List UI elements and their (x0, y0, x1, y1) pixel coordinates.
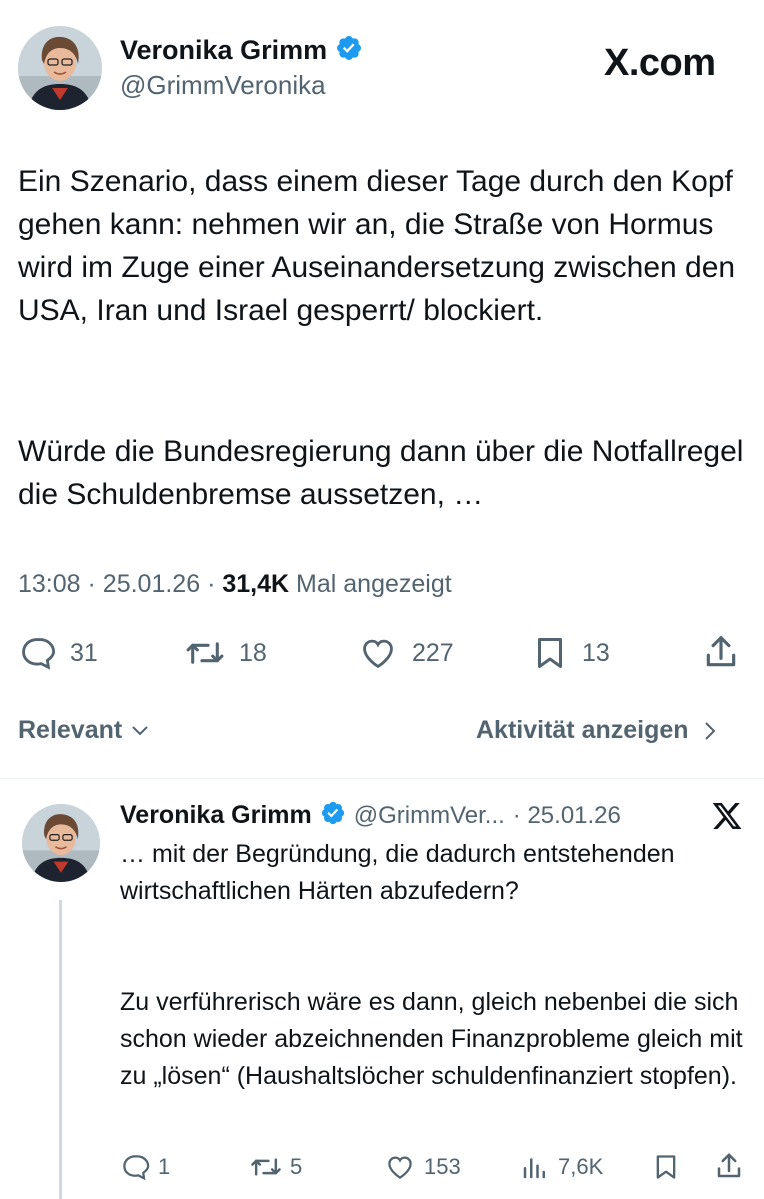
author-avatar[interactable] (18, 26, 102, 110)
tweet-text-paragraph-2: Würde die Bundesregierung dann über die … (18, 435, 752, 511)
bookmark-icon (538, 638, 562, 668)
bookmark-count: 13 (582, 638, 610, 667)
reply-button[interactable]: 31 (18, 634, 98, 672)
reply-text-paragraph-1: … mit der Begründung, die dadurch entste… (120, 840, 682, 905)
repost-count: 18 (239, 638, 267, 667)
reply-count: 31 (70, 638, 98, 667)
chevron-down-icon (132, 725, 148, 735)
like-button[interactable]: 227 (358, 634, 454, 672)
view-count-label: Mal angezeigt (296, 570, 452, 598)
reply-bookmark-button[interactable] (652, 1152, 680, 1182)
reply-author-name[interactable]: Veronika Grimm (120, 801, 312, 830)
reply-like-button[interactable]: 153 (384, 1152, 461, 1182)
repost-button[interactable]: 18 (185, 634, 267, 672)
x-com-logo: X.com (604, 42, 716, 84)
reply-share-button[interactable] (714, 1150, 744, 1182)
views-chart-icon (523, 1158, 545, 1179)
x-logo-icon (710, 800, 744, 837)
share-icon (717, 1153, 741, 1178)
tweet-meta: 13:08 · 25.01.26 · 31,4K Mal angezeigt (18, 570, 452, 598)
reply-text-paragraph-2: Zu verführerisch wäre es dann, gleich ne… (120, 988, 750, 1090)
reply-reply-count: 1 (158, 1154, 171, 1179)
sort-relevant-dropdown[interactable]: Relevant (18, 716, 150, 745)
reply-repost-button[interactable]: 5 (250, 1152, 302, 1182)
repost-icon (186, 642, 224, 664)
author-handle[interactable]: @GrimmVeronika (120, 70, 326, 101)
like-count: 227 (412, 638, 454, 667)
share-icon (706, 636, 736, 667)
reply-author-avatar[interactable] (22, 804, 100, 882)
chevron-right-icon (704, 721, 715, 740)
view-count: 31,4K (222, 570, 290, 598)
show-activity-link[interactable]: Aktivität anzeigen (476, 716, 717, 745)
reply-icon (123, 1155, 150, 1181)
activity-label: Aktivität anzeigen (476, 716, 689, 744)
verified-badge-icon (335, 34, 363, 67)
heart-icon (388, 1156, 412, 1179)
reply-like-count: 153 (424, 1154, 461, 1179)
repost-icon (251, 1158, 281, 1176)
thread-line (59, 900, 62, 1199)
reply-repost-count: 5 (290, 1154, 303, 1179)
reply-date[interactable]: · 25.01.26 (513, 802, 621, 830)
share-button[interactable] (702, 632, 740, 672)
bookmark-button[interactable]: 13 (532, 634, 610, 672)
sort-label: Relevant (18, 716, 123, 744)
reply-author-handle[interactable]: @GrimmVer... (354, 802, 505, 830)
reply-reply-button[interactable]: 1 (120, 1152, 170, 1182)
author-name[interactable]: Veronika Grimm (120, 35, 327, 66)
section-divider (0, 778, 764, 779)
tweet-time[interactable]: 13:08 (18, 570, 81, 598)
tweet-text-paragraph-1: Ein Szenario, dass einem dieser Tage dur… (18, 165, 744, 327)
heart-icon (363, 639, 393, 669)
reply-icon (22, 638, 56, 670)
tweet-date[interactable]: 25.01.26 (103, 570, 200, 598)
verified-badge-icon (320, 800, 346, 831)
bookmark-icon (656, 1155, 676, 1179)
reply-view-count: 7,6K (558, 1154, 604, 1179)
reply-views-button[interactable]: 7,6K (520, 1152, 603, 1182)
